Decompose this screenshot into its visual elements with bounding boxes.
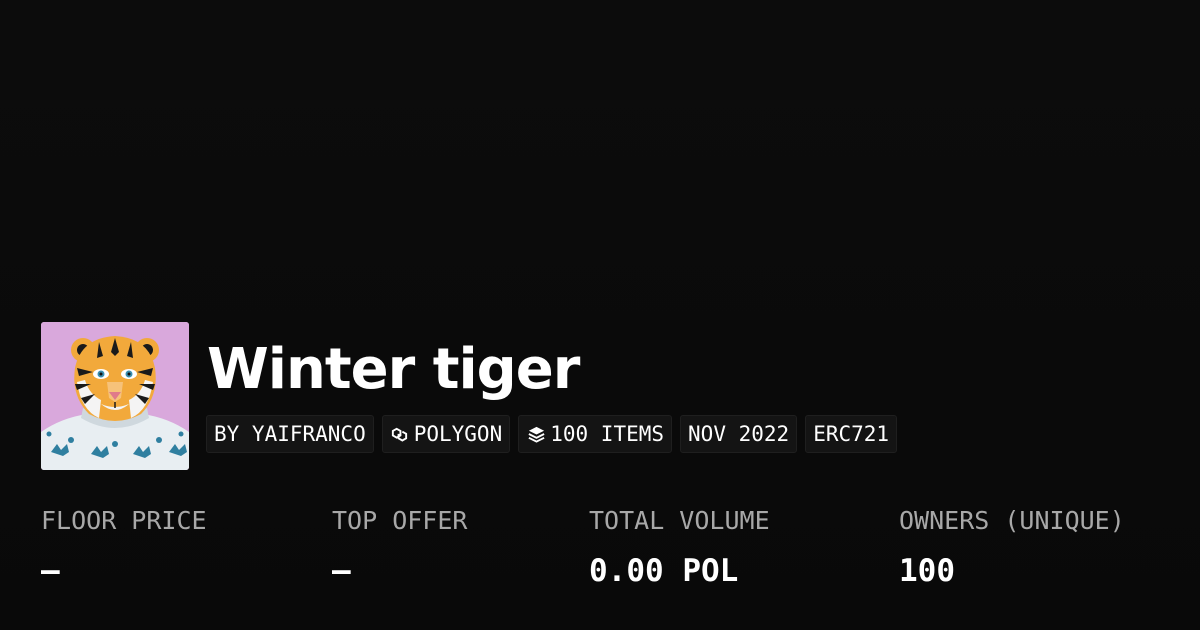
creator-badge[interactable]: BY YAIFRANCO (206, 415, 374, 453)
collection-avatar (41, 322, 189, 470)
total-volume-stat: TOTAL VOLUME 0.00 POL (589, 503, 770, 589)
floor-price-value: – (41, 553, 60, 589)
polygon-icon (390, 424, 410, 444)
floor-price-label: FLOOR PRICE (41, 506, 207, 535)
date-badge: NOV 2022 (680, 415, 798, 453)
creator-label: BY YAIFRANCO (214, 422, 366, 446)
items-badge: 100 ITEMS (518, 415, 673, 453)
collection-share-card: Winter tiger BY YAIFRANCO POLYGON 100 IT… (0, 0, 1200, 630)
chain-badge[interactable]: POLYGON (381, 415, 511, 453)
collection-badges: BY YAIFRANCO POLYGON 100 ITEMS NOV 2022 … (206, 415, 898, 455)
top-offer-label: TOP OFFER (332, 506, 468, 535)
date-label: NOV 2022 (688, 422, 790, 446)
total-volume-value: 0.00 POL (589, 553, 739, 589)
total-volume-label: TOTAL VOLUME (589, 506, 770, 535)
chain-label: POLYGON (413, 422, 503, 446)
owners-label: OWNERS (UNIQUE) (899, 506, 1125, 535)
collection-title: Winter tiger (207, 337, 580, 402)
owners-stat: OWNERS (UNIQUE) 100 (899, 503, 1125, 589)
tiger-avatar-icon (41, 322, 189, 470)
floor-price-stat: FLOOR PRICE – (41, 503, 207, 589)
top-offer-value: – (332, 553, 351, 589)
items-label: 100 ITEMS (550, 422, 665, 446)
layers-icon (526, 424, 546, 444)
top-offer-stat: TOP OFFER – (332, 503, 467, 589)
standard-badge: ERC721 (805, 415, 898, 453)
owners-value: 100 (899, 553, 955, 589)
standard-label: ERC721 (813, 422, 890, 446)
